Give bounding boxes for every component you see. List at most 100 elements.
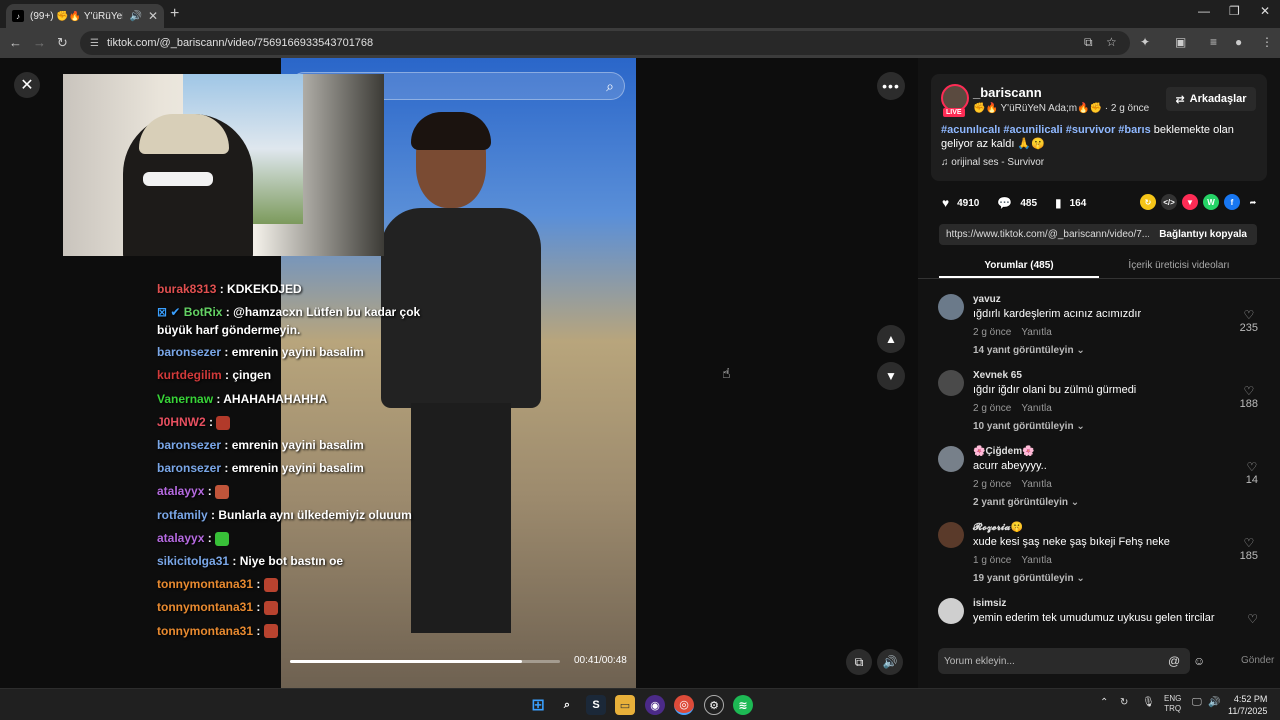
forward-icon[interactable]: → <box>33 35 46 50</box>
send-to-friends-icon[interactable]: ▼ <box>1182 194 1198 210</box>
chat-username[interactable]: kurtdegilim <box>157 368 222 382</box>
creator-username[interactable]: _bariscann <box>973 85 1042 100</box>
whatsapp-icon[interactable]: W <box>1203 194 1219 210</box>
windows-start-icon[interactable]: ⊞ <box>528 695 548 715</box>
reply-button[interactable]: Yanıtla <box>1021 403 1051 414</box>
comment-button[interactable]: 💬 485 <box>997 196 1037 210</box>
chat-username[interactable]: baronsezer <box>157 345 221 359</box>
chat-username[interactable]: atalayyx <box>157 484 204 498</box>
profile-avatar-icon[interactable]: ● <box>1235 35 1242 49</box>
comment-like-button[interactable]: ♡ 185 <box>1240 536 1258 562</box>
share-more-icon[interactable]: ➦ <box>1245 194 1261 210</box>
comment-like-button[interactable]: ♡ 14 <box>1246 460 1258 486</box>
send-button[interactable]: Gönder <box>1241 655 1274 666</box>
emoji-icon[interactable]: ☺ <box>1193 654 1205 668</box>
reply-button[interactable]: Yanıtla <box>1021 555 1051 566</box>
chat-username[interactable]: tonnymontana31 <box>157 577 253 591</box>
comment-avatar[interactable] <box>938 522 964 548</box>
chat-username[interactable]: Vanernaw <box>157 392 213 406</box>
reload-icon[interactable]: ↻ <box>57 35 68 51</box>
repost-icon[interactable]: ↻ <box>1140 194 1156 210</box>
embed-icon[interactable]: </> <box>1161 194 1177 210</box>
chat-username[interactable]: rotfamily <box>157 508 208 522</box>
view-replies-button[interactable]: 10 yanıt görüntüleyin ⌄ <box>973 421 1085 432</box>
browser-tab[interactable]: ♪ (99+) ✊🔥 Y'üRüYeN Ada;m... 🔊 ✕ <box>6 4 164 28</box>
comment-author[interactable]: 𝓡𝓸𝔃𝓮𝓻𝓲𝓪🤫 <box>973 522 1023 533</box>
app-icon[interactable]: ◉ <box>645 695 665 715</box>
microphone-icon[interactable]: 🎙 <box>1142 697 1155 708</box>
network-icon[interactable]: 🖵 <box>1192 697 1202 708</box>
reply-button[interactable]: Yanıtla <box>1021 327 1051 338</box>
system-clock[interactable]: 4:52 PM 11/7/2025 <box>1228 693 1267 717</box>
chat-username[interactable]: burak8313 <box>157 282 216 296</box>
site-info-icon[interactable]: ☰ <box>90 38 99 49</box>
music-link[interactable]: ♫ orijinal ses - Survivor <box>941 157 1044 168</box>
chrome-icon[interactable]: ◎ <box>674 695 694 715</box>
like-button[interactable]: ♥ 4910 <box>942 196 979 210</box>
comment-author[interactable]: yavuz <box>973 294 1001 305</box>
tab-comments[interactable]: Yorumlar (485) <box>939 256 1099 278</box>
close-window-icon[interactable]: ✕ <box>1260 4 1270 18</box>
comment-author[interactable]: Xevnek 65 <box>973 370 1022 381</box>
bookmark-star-icon[interactable]: ☆ <box>1106 35 1117 49</box>
previous-video-button[interactable]: ▲ <box>877 325 905 353</box>
install-icon[interactable]: ⧉ <box>1084 35 1093 50</box>
browser-menu-icon[interactable]: ⋮ <box>1261 35 1273 49</box>
copy-link-button[interactable]: Bağlantıyı kopyala <box>1149 229 1257 240</box>
comment-like-button[interactable]: ♡ 235 <box>1240 308 1258 334</box>
media-icon[interactable]: ≡ <box>1210 35 1217 49</box>
sync-icon[interactable]: ↻ <box>1120 697 1128 708</box>
split-view-icon[interactable]: ▣ <box>1175 35 1186 49</box>
new-tab-button[interactable]: + <box>170 5 179 23</box>
chat-username[interactable]: tonnymontana31 <box>157 624 253 638</box>
facebook-icon[interactable]: f <box>1224 194 1240 210</box>
tab-creator-videos[interactable]: İçerik üreticisi videoları <box>1099 256 1259 278</box>
save-button[interactable]: ▮ 164 <box>1055 196 1086 210</box>
volume-button[interactable]: 🔊 <box>877 649 903 675</box>
steam-icon[interactable]: S <box>586 695 606 715</box>
mention-icon[interactable]: @ <box>1168 654 1180 668</box>
restore-icon[interactable]: ❐ <box>1229 4 1240 18</box>
view-replies-button[interactable]: 2 yanıt görüntüleyin ⌄ <box>973 497 1079 508</box>
speaker-icon[interactable]: 🔊 <box>129 11 141 22</box>
comment-author[interactable]: 🌸Çiğdem🌸 <box>973 446 1035 457</box>
spotify-icon[interactable]: ≋ <box>733 695 753 715</box>
friends-button[interactable]: ⇄ Arkadaşlar <box>1166 87 1256 111</box>
hashtags[interactable]: #acunılıcalı #acunilicali #survivor #bar… <box>941 124 1151 136</box>
chat-username[interactable]: atalayyx <box>157 531 204 545</box>
settings-app-icon[interactable]: ⚙ <box>704 695 724 715</box>
view-replies-button[interactable]: 14 yanıt görüntüleyin ⌄ <box>973 345 1085 356</box>
comment-author[interactable]: isimsiz <box>973 598 1006 609</box>
search-icon[interactable]: ⌕ <box>606 78 614 95</box>
more-options-button[interactable]: ••• <box>877 72 905 100</box>
chat-username[interactable]: baronsezer <box>157 461 221 475</box>
comment-avatar[interactable] <box>938 446 964 472</box>
view-replies-button[interactable]: 19 yanıt görüntüleyin ⌄ <box>973 573 1085 584</box>
file-explorer-icon[interactable]: ▭ <box>615 695 635 715</box>
chat-username[interactable]: BotRix <box>184 305 223 319</box>
extensions-icon[interactable]: ✦ <box>1140 35 1150 49</box>
back-icon[interactable]: ← <box>9 35 22 50</box>
reply-button[interactable]: Yanıtla <box>1021 479 1051 490</box>
comment-like-button[interactable]: ♡ 188 <box>1240 384 1258 410</box>
search-taskbar-icon[interactable]: ⌕ <box>557 695 577 715</box>
next-video-button[interactable]: ▼ <box>877 362 905 390</box>
comment-avatar[interactable] <box>938 598 964 624</box>
comment-avatar[interactable] <box>938 370 964 396</box>
floating-player-button[interactable]: ⧉ <box>846 649 872 675</box>
chat-username[interactable]: sikicitolga31 <box>157 554 229 568</box>
chat-username[interactable]: J0HNW2 <box>157 415 206 429</box>
close-video-button[interactable]: ✕ <box>14 72 40 98</box>
volume-tray-icon[interactable]: 🔊 <box>1208 697 1220 708</box>
minimize-icon[interactable]: — <box>1198 4 1210 18</box>
comment-input[interactable]: Yorum ekleyin... @ ☺ <box>938 648 1205 674</box>
chat-username[interactable]: baronsezer <box>157 438 221 452</box>
close-tab-icon[interactable]: ✕ <box>148 9 158 23</box>
url-bar[interactable]: ☰ tiktok.com/@_bariscann/video/756916693… <box>80 31 1130 55</box>
language-indicator[interactable]: ENG TRQ <box>1164 694 1181 714</box>
video-progress-bar[interactable] <box>290 660 560 663</box>
share-link-url[interactable]: https://www.tiktok.com/@_bariscann/video… <box>939 229 1149 240</box>
comment-avatar[interactable] <box>938 294 964 320</box>
chat-username[interactable]: tonnymontana31 <box>157 600 253 614</box>
comment-like-button[interactable]: ♡ <box>1247 612 1258 626</box>
